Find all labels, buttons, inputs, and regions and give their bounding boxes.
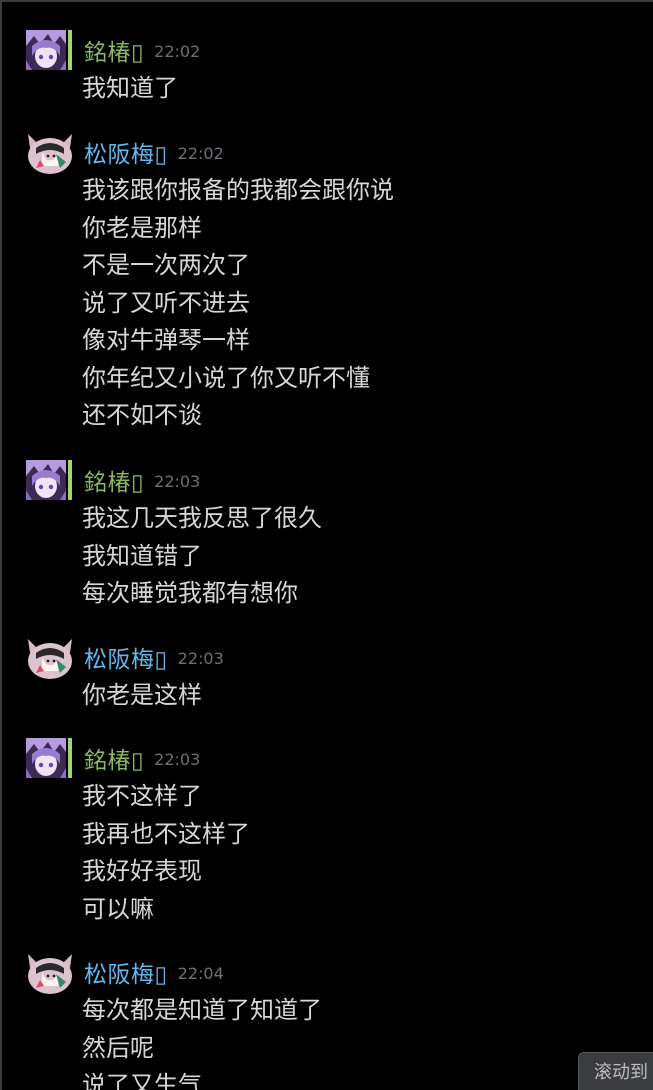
sender-name[interactable]: 松阪梅▯ xyxy=(84,135,168,169)
message-line: 每次睡觉我都有想你 xyxy=(82,579,298,607)
message-line: 你年纪又小说了你又听不懂 xyxy=(82,363,370,392)
message-header: 銘椿▯ 22:03 xyxy=(84,738,200,778)
sender-name[interactable]: 松阪梅▯ xyxy=(84,640,168,674)
message-line: 每次都是知道了知道了 xyxy=(82,996,322,1024)
message-line: 说了又生气 xyxy=(82,1071,202,1090)
message-lines: 你老是这样 xyxy=(82,677,202,715)
mingchun-avatar[interactable] xyxy=(26,460,74,508)
sender-name[interactable]: 銘椿▯ xyxy=(84,463,144,497)
message-lines: 我该跟你报备的我都会跟你说 你老是那样 不是一次两次了 说了又听不进去 像对牛弹… xyxy=(82,172,394,435)
message-line: 还不如不谈 xyxy=(82,401,202,429)
message-timestamp: 22:03 xyxy=(177,648,224,668)
message-group-songbanmei-2: 松阪梅▯ 22:03 你老是这样 xyxy=(26,637,643,722)
message-header: 松阪梅▯ 22:02 xyxy=(84,132,224,172)
message-lines: 我不这样了 我再也不这样了 我好好表现 可以嘛 xyxy=(82,778,250,928)
message-line: 我这几天我反思了很久 xyxy=(82,504,322,532)
message-timestamp: 22:02 xyxy=(177,143,224,163)
message-header: 銘椿▯ 22:02 xyxy=(84,30,200,70)
mingchun-avatar[interactable] xyxy=(26,738,74,786)
message-group-mingchun-1: 銘椿▯ 22:02 我知道了 xyxy=(26,30,643,110)
message-line: 然后呢 xyxy=(82,1033,154,1062)
message-group-mingchun-3: 銘椿▯ 22:03 我不这样了 我再也不这样了 我好好表现 可以嘛 xyxy=(26,738,643,933)
message-line: 你老是那样 xyxy=(82,213,202,242)
message-line: 我好好表现 xyxy=(82,857,202,885)
message-line: 我再也不这样了 xyxy=(82,819,250,848)
message-group-songbanmei-3: 松阪梅▯ 22:04 每次都是知道了知道了 然后呢 说了又生气 xyxy=(26,952,643,1090)
scroll-to-bottom-button[interactable]: 滚动到 xyxy=(578,1052,653,1090)
message-line: 你老是这样 xyxy=(82,681,202,709)
message-line: 我该跟你报备的我都会跟你说 xyxy=(82,176,394,204)
message-line: 我不这样了 xyxy=(82,782,202,810)
message-timestamp: 22:04 xyxy=(177,963,224,983)
songbanmei-avatar[interactable] xyxy=(26,637,74,685)
chat-window: 銘椿▯ 22:02 我知道了 松阪梅▯ 22:02 我该跟你报备的我都会跟你说 … xyxy=(0,0,653,1090)
songbanmei-avatar[interactable] xyxy=(26,132,74,180)
message-header: 松阪梅▯ 22:04 xyxy=(84,952,224,992)
message-line: 我知道了 xyxy=(82,74,178,102)
message-group-songbanmei-1: 松阪梅▯ 22:02 我该跟你报备的我都会跟你说 你老是那样 不是一次两次了 说… xyxy=(26,132,643,442)
message-header: 銘椿▯ 22:03 xyxy=(84,460,200,500)
message-line: 不是一次两次了 xyxy=(82,251,250,279)
message-lines: 我知道了 xyxy=(82,70,178,108)
message-line: 可以嘛 xyxy=(82,894,154,923)
sender-name[interactable]: 銘椿▯ xyxy=(84,33,144,67)
chat-log: 銘椿▯ 22:02 我知道了 松阪梅▯ 22:02 我该跟你报备的我都会跟你说 … xyxy=(2,2,653,1090)
message-lines: 我这几天我反思了很久 我知道错了 每次睡觉我都有想你 xyxy=(82,500,322,613)
message-header: 松阪梅▯ 22:03 xyxy=(84,637,224,677)
sender-name[interactable]: 銘椿▯ xyxy=(84,741,144,775)
message-lines: 每次都是知道了知道了 然后呢 说了又生气 xyxy=(82,992,322,1090)
message-line: 我知道错了 xyxy=(82,541,202,570)
message-timestamp: 22:02 xyxy=(154,41,201,61)
sender-name[interactable]: 松阪梅▯ xyxy=(84,955,168,989)
message-timestamp: 22:03 xyxy=(154,471,201,491)
mingchun-avatar[interactable] xyxy=(26,30,74,78)
message-line: 像对牛弹琴一样 xyxy=(82,326,250,354)
message-group-mingchun-2: 銘椿▯ 22:03 我这几天我反思了很久 我知道错了 每次睡觉我都有想你 xyxy=(26,460,643,620)
message-line: 说了又听不进去 xyxy=(82,288,250,317)
songbanmei-avatar[interactable] xyxy=(26,952,74,1000)
message-timestamp: 22:03 xyxy=(154,749,201,769)
